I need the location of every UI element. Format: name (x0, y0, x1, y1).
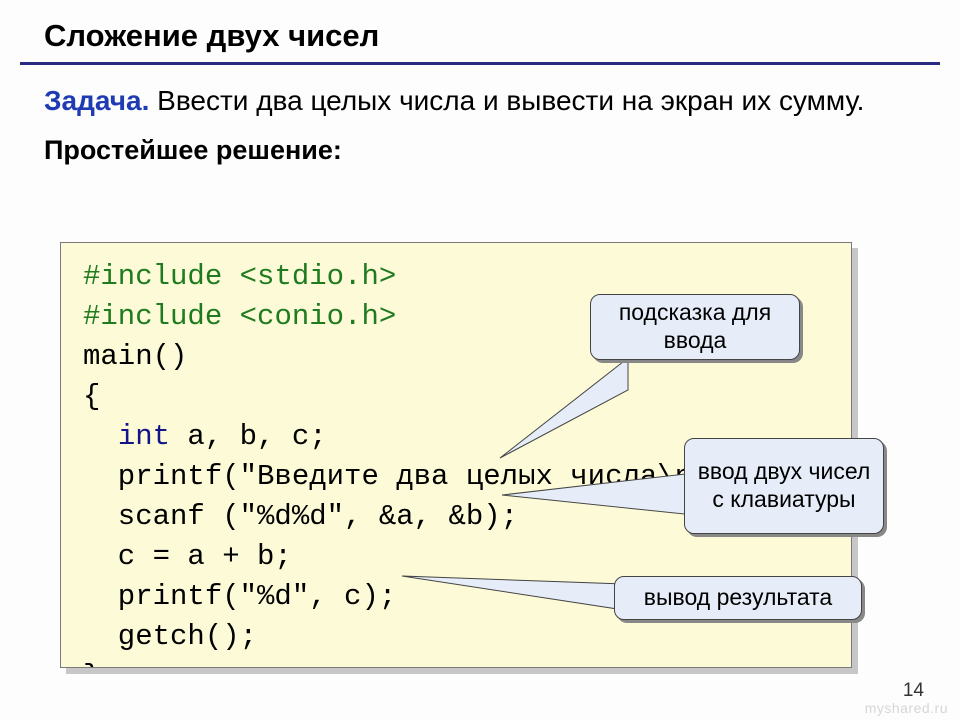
task-label: Задача. (44, 85, 149, 116)
callout-pointer-3 (398, 570, 628, 620)
page-number: 14 (903, 680, 924, 702)
callout-input: ввод двух чисел с клавиатуры (684, 438, 884, 534)
task-text: Задача. Ввести два целых числа и вывести… (0, 65, 960, 119)
slide-title: Сложение двух чисел (0, 0, 960, 62)
callout-pointer-2 (498, 465, 698, 525)
watermark: myshared.ru (865, 700, 948, 716)
slide: Сложение двух чисел Задача. Ввести два ц… (0, 0, 960, 720)
callout-pointer-1 (490, 350, 640, 470)
callout-hint: подсказка для ввода (590, 294, 800, 360)
task-body: Ввести два целых числа и вывести на экра… (149, 85, 864, 116)
callout-output: вывод результата (614, 576, 862, 620)
subhead: Простейшее решение: (0, 119, 960, 166)
